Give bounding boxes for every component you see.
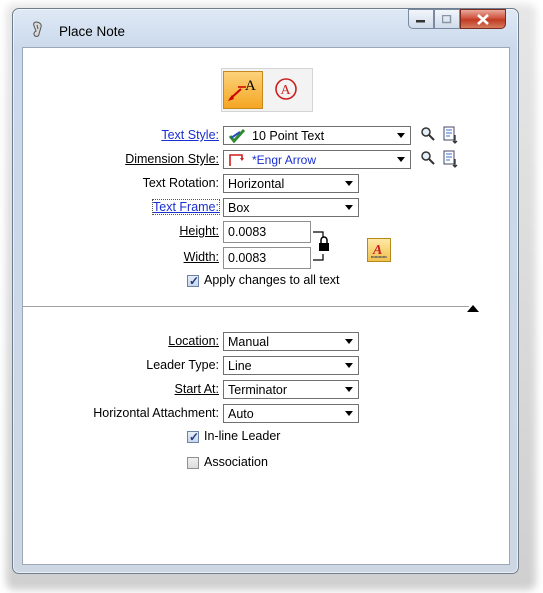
height-label: Height: <box>179 224 219 238</box>
text-attributes-icon: A <box>371 243 387 258</box>
text-rotation-dropdown[interactable]: Horizontal <box>223 174 359 193</box>
text-style-value: 10 Point Text <box>252 128 325 143</box>
text-frame-label[interactable]: Text Frame: <box>152 199 220 215</box>
close-icon <box>477 13 489 25</box>
text-rotation-value: Horizontal <box>228 176 285 191</box>
chevron-down-icon <box>345 363 353 368</box>
minimize-icon <box>416 20 425 23</box>
chevron-down-icon <box>345 339 353 344</box>
dimension-style-dropdown[interactable]: *Engr Arrow <box>223 150 411 169</box>
location-dropdown[interactable]: Manual <box>223 332 359 351</box>
svg-text:A: A <box>245 78 256 94</box>
width-value: 0.0083 <box>228 251 267 265</box>
svg-text:A: A <box>281 83 292 98</box>
triangle-up-icon[interactable] <box>467 304 479 312</box>
horizontal-attachment-value: Auto <box>228 406 254 421</box>
text-style-label[interactable]: Text Style: <box>161 128 219 142</box>
chevron-down-icon <box>345 387 353 392</box>
apply-changes-label: Apply changes to all text <box>204 273 340 287</box>
leader-type-value: Line <box>228 358 252 373</box>
place-note-app-icon <box>33 21 42 37</box>
apply-changes-checkbox[interactable]: ✓ <box>187 274 200 288</box>
maximize-button[interactable] <box>434 9 460 29</box>
window-title: Place Note <box>59 24 126 39</box>
text-rotation-label: Text Rotation: <box>142 176 219 190</box>
checkmark-icon: ✓ <box>189 274 200 288</box>
svg-text:A: A <box>372 243 382 258</box>
chevron-down-icon <box>345 181 353 186</box>
dimension-style-label: Dimension Style: <box>125 152 219 166</box>
association-checkbox[interactable] <box>187 457 199 469</box>
note-with-leader-icon: A <box>228 78 256 101</box>
text-frame-dropdown[interactable]: Box <box>223 198 359 217</box>
title-bar[interactable]: Place Note <box>13 9 518 47</box>
place-note-window: Place Note A A Text Style: 10 Point Text… <box>12 8 519 574</box>
edit-style-icon[interactable] <box>442 126 460 144</box>
maximize-icon <box>442 14 452 23</box>
place-callout-tool-button[interactable]: A <box>267 71 305 107</box>
text-attributes-button[interactable]: A <box>367 238 391 262</box>
dialog-body: A A Text Style: 10 Point Text Dimension … <box>22 47 510 565</box>
leader-type-dropdown[interactable]: Line <box>223 356 359 375</box>
lock-icon[interactable] <box>311 226 333 266</box>
place-note-tool-button[interactable]: A <box>223 71 263 109</box>
width-label: Width: <box>183 250 219 264</box>
start-at-dropdown[interactable]: Terminator <box>223 380 359 399</box>
chevron-down-icon <box>397 157 405 162</box>
location-label: Location: <box>168 334 219 348</box>
inline-leader-checkbox[interactable]: ✓ <box>187 430 200 444</box>
circled-a-icon: A <box>275 78 297 100</box>
horizontal-attachment-dropdown[interactable]: Auto <box>223 404 359 423</box>
location-value: Manual <box>228 334 269 349</box>
height-value: 0.0083 <box>228 225 267 239</box>
dimension-style-icon <box>229 153 244 166</box>
edit-style-icon[interactable] <box>442 150 460 168</box>
height-input[interactable]: 0.0083 <box>223 221 311 243</box>
chevron-down-icon <box>345 205 353 210</box>
check-style-icon <box>228 128 246 143</box>
chevron-down-icon <box>397 133 405 138</box>
text-style-dropdown[interactable]: 10 Point Text <box>223 126 411 145</box>
start-at-value: Terminator <box>228 382 288 397</box>
section-divider <box>23 306 469 307</box>
inline-leader-label: In-line Leader <box>204 429 281 443</box>
checkmark-icon: ✓ <box>189 430 200 444</box>
window-controls <box>408 9 506 31</box>
dimension-style-value: *Engr Arrow <box>252 152 317 167</box>
magnifier-icon[interactable] <box>420 126 436 142</box>
association-label: Association <box>204 455 268 469</box>
chevron-down-icon <box>345 411 353 416</box>
minimize-button[interactable] <box>408 9 434 29</box>
width-input[interactable]: 0.0083 <box>223 247 311 269</box>
horizontal-attachment-label: Horizontal Attachment: <box>93 406 219 420</box>
start-at-label: Start At: <box>174 382 219 396</box>
magnifier-icon[interactable] <box>420 150 436 166</box>
leader-type-label: Leader Type: <box>146 358 219 372</box>
text-frame-value: Box <box>228 200 250 215</box>
close-button[interactable] <box>460 9 506 29</box>
